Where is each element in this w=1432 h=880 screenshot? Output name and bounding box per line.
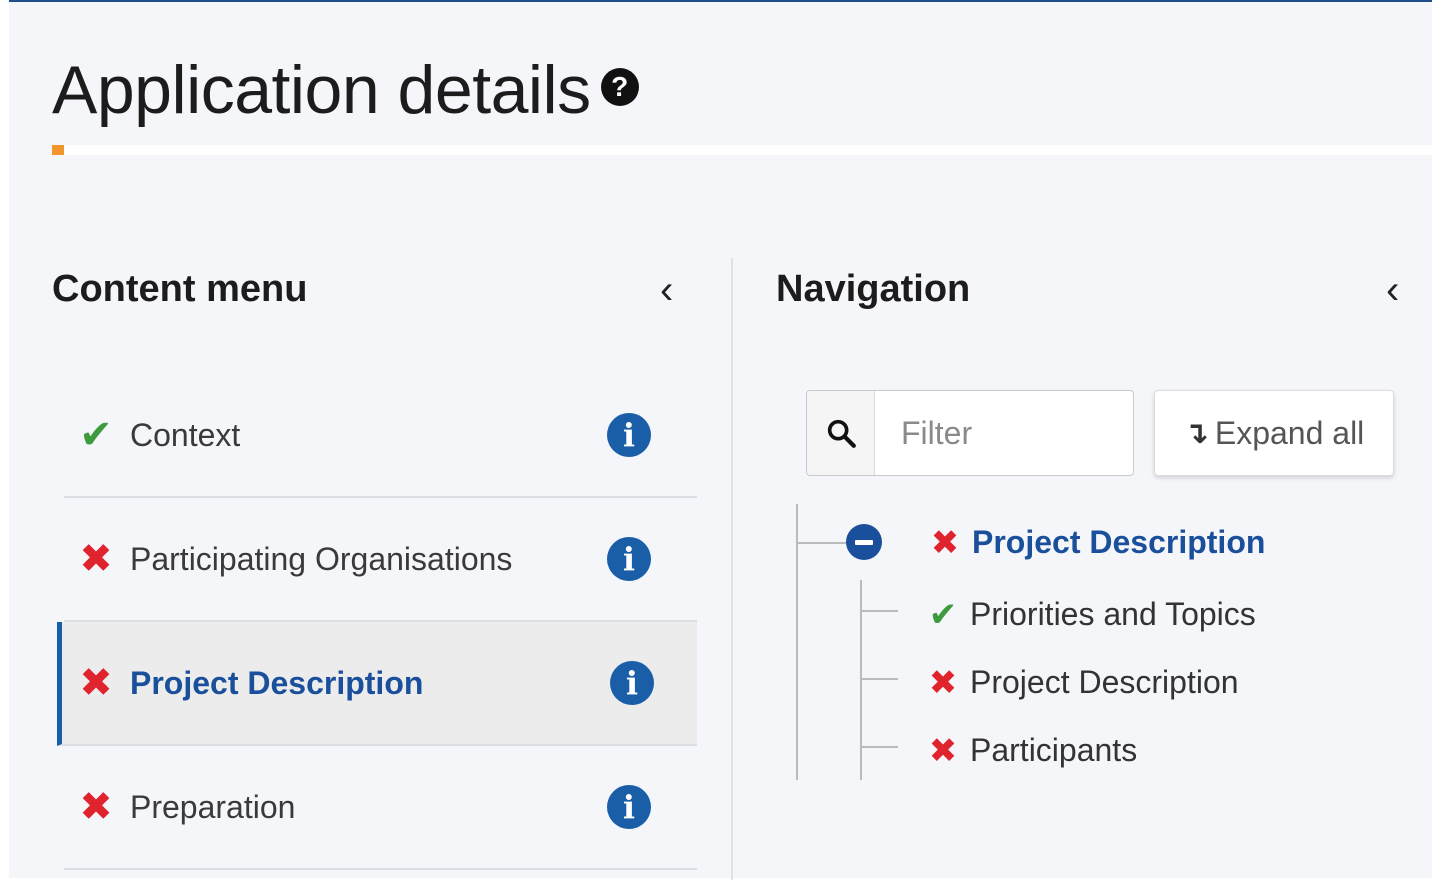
info-icon[interactable]: i (607, 413, 651, 457)
collapse-navigation-icon[interactable]: ‹ (1386, 270, 1399, 310)
help-icon[interactable]: ? (600, 68, 639, 106)
menu-item-participating-organisations[interactable]: ✖ Participating Organisations i (64, 498, 697, 622)
menu-item-context[interactable]: ✔ Context i (64, 374, 697, 498)
info-icon[interactable]: i (610, 661, 654, 705)
menu-item-label: Project Description (130, 664, 424, 701)
title-accent-mark (52, 145, 64, 155)
content-menu-panel: Content menu ‹ ✔ Context i ✖ Participati… (52, 258, 697, 870)
expand-arrow-icon: ↴ (1183, 416, 1209, 450)
tree-node-label: Project Description (972, 524, 1266, 560)
tree-node-project-description[interactable]: ✖ Project Description (928, 523, 1266, 562)
tree-connector (860, 746, 898, 748)
panel-divider (731, 258, 733, 880)
tree-node-project-description-child[interactable]: ✖ Project Description (926, 664, 1239, 701)
menu-item-label: Context (130, 416, 241, 453)
tree-connector (860, 678, 898, 680)
expand-all-label: Expand all (1214, 414, 1365, 451)
collapse-content-menu-icon[interactable]: ‹ (660, 270, 673, 310)
menu-item-label: Participating Organisations (130, 540, 513, 577)
error-icon: ✖ (928, 731, 958, 770)
tree-connector (860, 610, 898, 612)
collapse-node-icon[interactable] (846, 524, 882, 560)
menu-item-project-description[interactable]: ✖ Project Description i (57, 622, 697, 746)
error-icon: ✖ (79, 661, 113, 705)
error-icon: ✖ (930, 523, 960, 562)
search-icon[interactable] (807, 391, 875, 475)
info-icon[interactable]: i (607, 785, 651, 829)
info-icon[interactable]: i (607, 537, 651, 581)
navigation-panel: Navigation ‹ ↴ Expand all ✖ P (776, 258, 1432, 880)
content-menu-title: Content menu (52, 268, 308, 310)
check-icon: ✔ (928, 595, 958, 634)
filter-field (806, 390, 1134, 476)
tree-node-participants[interactable]: ✖ Participants (926, 732, 1137, 769)
error-icon: ✖ (79, 537, 113, 581)
menu-item-preparation[interactable]: ✖ Preparation i (64, 746, 697, 870)
tree-node-label: Project Description (970, 664, 1239, 700)
tree-connector (796, 504, 798, 780)
error-icon: ✖ (79, 785, 113, 829)
page-title: Application details (52, 52, 591, 128)
application-page: Application details ? Content menu ‹ ✔ C… (9, 0, 1432, 880)
error-icon: ✖ (928, 663, 958, 702)
navigation-title: Navigation (776, 268, 971, 310)
content-menu-list: ✔ Context i ✖ Participating Organisation… (57, 374, 697, 870)
tree-connector (796, 542, 846, 544)
expand-all-button[interactable]: ↴ Expand all (1154, 390, 1394, 476)
tree-node-label: Priorities and Topics (970, 596, 1256, 632)
menu-item-label: Preparation (130, 788, 296, 825)
tree-node-label: Participants (970, 732, 1138, 768)
page-header: Application details ? (52, 54, 639, 134)
filter-input[interactable] (875, 391, 1133, 475)
tree-node-priorities-and-topics[interactable]: ✔ Priorities and Topics (926, 596, 1256, 633)
check-icon: ✔ (79, 413, 113, 457)
title-underline (52, 145, 1432, 155)
